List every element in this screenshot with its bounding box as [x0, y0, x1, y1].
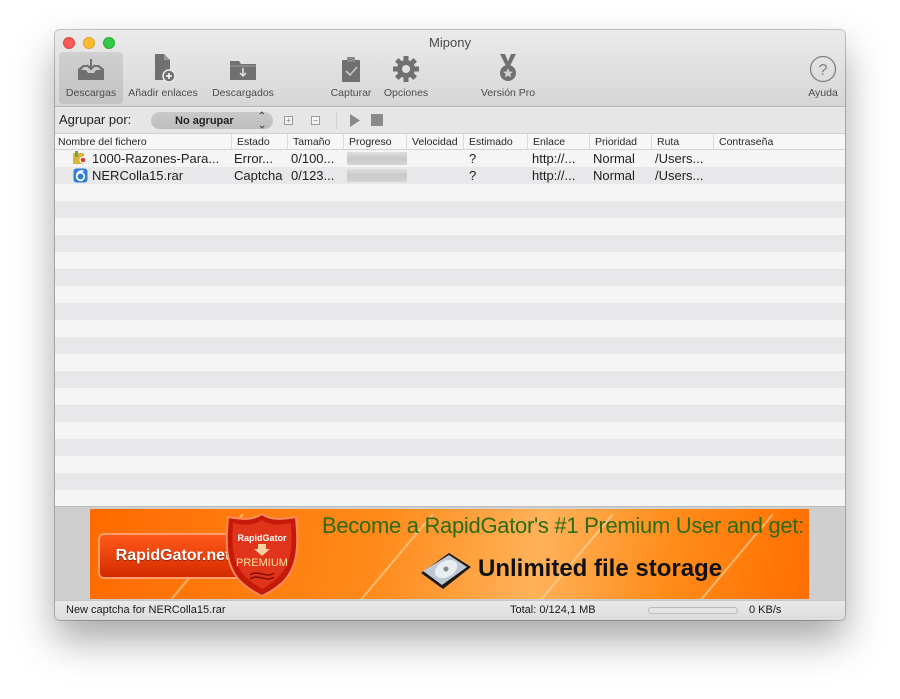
premium-badge: RapidGator PREMIUM: [222, 511, 302, 598]
toolbar-descargas-button[interactable]: Descargas: [59, 52, 123, 104]
cell-priority: Normal: [593, 168, 635, 183]
column-header-prioridad[interactable]: Prioridad: [589, 134, 651, 150]
window-title: Mipony: [429, 35, 471, 50]
toolbar-opciones-button[interactable]: Opciones: [377, 52, 435, 104]
column-header-ruta[interactable]: Ruta: [651, 134, 713, 150]
add-file-icon: [155, 54, 176, 83]
row-progress-bar: [347, 169, 407, 182]
table-row[interactable]: NERColla15.rar Captcha 0/123... ? http:/…: [55, 167, 845, 184]
column-header-estimado[interactable]: Estimado: [463, 134, 527, 150]
title-toolbar: Mipony Descargas Añadir enlaces Descarga…: [55, 30, 845, 107]
ad-area: RapidGator.net RapidGator PREMIUM Become…: [55, 506, 845, 600]
shield-icon: [225, 512, 299, 598]
cell-size: 0/100...: [291, 151, 335, 166]
row-progress-bar: [347, 152, 407, 165]
updown-chevron-icon: ⌃ ⌃: [257, 111, 266, 130]
table-row[interactable]: 1000-Razones-Para... Error... 0/100... ?…: [55, 150, 845, 167]
cell-path: /Users...: [655, 151, 704, 166]
column-header-progreso[interactable]: Progreso: [343, 134, 406, 150]
toolbar-label: Capturar: [330, 87, 372, 99]
group-bar: Agrupar por: No agrupar ⌃ ⌃ + −: [55, 108, 845, 133]
cell-link: http://...: [532, 168, 576, 183]
inbox-download-icon: [78, 59, 104, 80]
ad-headline: Become a RapidGator's #1 Premium User an…: [322, 513, 804, 538]
gear-icon: [393, 56, 419, 82]
folder-download-icon: [230, 61, 256, 80]
collapse-all-button[interactable]: −: [311, 116, 320, 125]
ad-banner[interactable]: RapidGator.net RapidGator PREMIUM Become…: [90, 509, 809, 599]
total-progress-bar: [648, 607, 738, 614]
captcha-icon: [73, 168, 88, 183]
clipboard-check-icon: [342, 57, 360, 82]
stop-icon[interactable]: [371, 114, 383, 126]
cell-estimated: ?: [469, 168, 477, 183]
separator: [336, 112, 337, 129]
toolbar-ayuda-button[interactable]: ? Ayuda: [803, 52, 843, 104]
cell-link: http://...: [532, 151, 576, 166]
column-header-tamano[interactable]: Tamaño: [287, 134, 343, 150]
toolbar-label: Versión Pro: [480, 87, 536, 99]
cell-priority: Normal: [593, 151, 635, 166]
table-header: Nombre del fichero Estado Tamaño Progres…: [55, 133, 845, 150]
toolbar-capturar-button[interactable]: Capturar: [325, 52, 377, 104]
toolbar-label: Ayuda: [808, 87, 838, 99]
medal-icon: [500, 54, 516, 81]
status-speed: 0 KB/s: [749, 604, 782, 616]
toolbar-label: Añadir enlaces: [128, 87, 198, 99]
column-header-estado[interactable]: Estado: [231, 134, 287, 150]
ad-subline: Unlimited file storage: [478, 555, 723, 582]
help-icon: ?: [809, 55, 837, 83]
column-header-enlace[interactable]: Enlace: [527, 134, 589, 150]
column-header-nombre[interactable]: Nombre del fichero: [55, 134, 231, 150]
download-list: 1000-Razones-Para... Error... 0/100... ?…: [55, 150, 845, 506]
cell-size: 0/123...: [291, 168, 335, 183]
toolbar-version-pro-button[interactable]: Versión Pro: [473, 52, 543, 104]
cell-filename: NERColla15.rar: [92, 168, 184, 183]
cell-path: /Users...: [655, 168, 704, 183]
toolbar-anadir-enlaces-button[interactable]: Añadir enlaces: [123, 52, 203, 104]
cell-status: Captcha: [234, 168, 283, 183]
column-header-velocidad[interactable]: Velocidad: [406, 134, 463, 150]
group-by-label: Agrupar por:: [59, 112, 132, 127]
column-header-contrasena[interactable]: Contraseña: [713, 134, 845, 150]
badge-title: RapidGator: [237, 533, 287, 543]
toolbar-label: Descargados: [212, 87, 274, 99]
toolbar-label: Opciones: [383, 87, 429, 99]
status-bar: New captcha for NERColla15.rar Total: 0/…: [55, 600, 845, 620]
cell-filename: 1000-Razones-Para...: [92, 151, 220, 166]
badge-premium: PREMIUM: [236, 557, 288, 569]
cell-estimated: ?: [469, 151, 477, 166]
app-window: Mipony Descargas Añadir enlaces Descarga…: [55, 30, 845, 620]
status-total: Total: 0/124,1 MB: [510, 604, 596, 616]
play-icon[interactable]: [349, 114, 361, 127]
cell-status: Error...: [234, 151, 274, 166]
archive-error-icon: [73, 151, 87, 164]
toolbar-label: Descargas: [65, 87, 117, 99]
status-message: New captcha for NERColla15.rar: [66, 604, 226, 616]
expand-all-button[interactable]: +: [284, 116, 293, 125]
group-by-select[interactable]: No agrupar ⌃ ⌃: [151, 112, 273, 129]
toolbar-descargados-button[interactable]: Descargados: [203, 52, 283, 104]
svg-text:?: ?: [819, 62, 828, 79]
group-by-value: No agrupar: [175, 114, 234, 127]
hard-disk-icon: [421, 553, 471, 589]
